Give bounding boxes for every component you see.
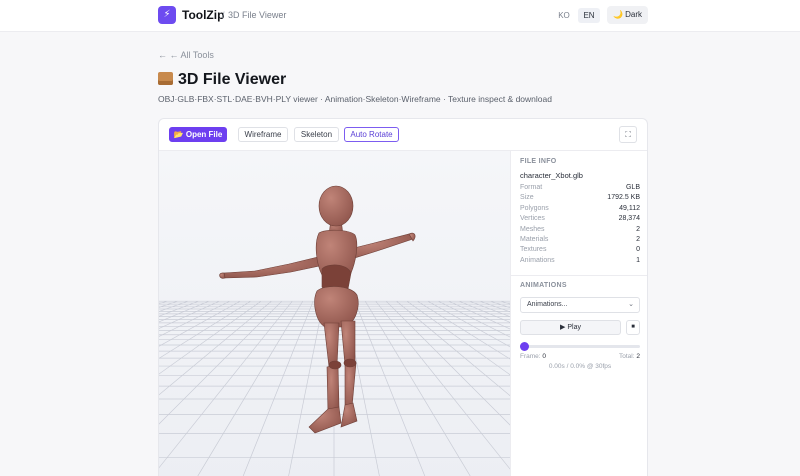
language-ko-button[interactable]: KO	[555, 8, 573, 23]
viewer-toolbar: 📂 Open File Wireframe Skeleton Auto Rota…	[159, 119, 647, 151]
file-info-heading: FILE INFO	[520, 158, 557, 165]
file-info-label: Animations	[520, 256, 555, 264]
file-info-row: Polygons 49,112	[520, 204, 640, 214]
file-info-value: 28,374	[618, 215, 640, 223]
file-info-label: Materials	[520, 236, 549, 243]
file-info-row: Format GLB	[520, 183, 640, 193]
fullscreen-icon[interactable]: ⛶	[619, 126, 637, 143]
auto-rotate-toggle-button[interactable]: Auto Rotate	[344, 127, 399, 142]
chevron-down-icon: ⌄	[628, 301, 634, 308]
timeline-slider[interactable]	[520, 342, 640, 351]
breadcrumb-current: 3D File Viewer	[228, 10, 287, 20]
file-info-label: Format	[520, 184, 543, 191]
file-info-row: Materials 2	[520, 235, 640, 245]
file-info-label: Vertices	[520, 215, 545, 223]
animation-select-value: Animations...	[527, 301, 568, 308]
side-panel: FILE INFO character_Xbot.glb Format GLB Si…	[510, 151, 647, 476]
play-button[interactable]: ▶ Play	[520, 320, 621, 335]
top-header: ⚡ ToolZip / 3D File Viewer KO EN 🌙 Dark	[0, 0, 800, 32]
dark-mode-toggle[interactable]: 🌙 Dark	[607, 6, 648, 24]
file-info-label: Textures	[520, 246, 547, 254]
frame-value: 0	[542, 353, 547, 360]
file-info-value: 2	[636, 236, 640, 243]
page-subtitle: OBJ·GLB·FBX·STL·DAE·BVH·PLY viewer · Ani…	[158, 94, 552, 104]
brand-name[interactable]: ToolZip	[182, 8, 224, 22]
skeleton-toggle-button[interactable]: Skeleton	[294, 127, 339, 142]
file-info-row: Meshes 2	[520, 225, 640, 235]
time-readout: 0.00s / 0.0% @ 30fps	[548, 363, 612, 370]
animation-select[interactable]: Animations... ⌄	[520, 297, 640, 313]
file-name: character_Xbot.glb	[520, 171, 583, 180]
stop-button[interactable]: ■	[626, 320, 640, 335]
panel-divider	[511, 275, 647, 276]
file-info-label: Size	[520, 194, 534, 202]
3d-scene	[159, 151, 510, 476]
file-info-label: Polygons	[520, 204, 549, 212]
page-title: 3D File Viewer	[158, 71, 286, 89]
file-info-value: 2	[636, 225, 640, 233]
frame-readout: Frame: 0 Total: 2	[520, 353, 640, 360]
file-info-value: 1792.5 KB	[607, 194, 640, 202]
total-frames: Total: 2	[619, 353, 640, 360]
language-en-button[interactable]: EN	[578, 8, 600, 23]
page-title-text: 3D File Viewer	[178, 71, 287, 88]
wireframe-toggle-button[interactable]: Wireframe	[238, 127, 288, 142]
animations-heading: ANIMATIONS	[520, 282, 567, 289]
file-info-row: Textures 0	[520, 245, 640, 255]
breadcrumb-separator: /	[222, 10, 225, 20]
file-info-label: Meshes	[520, 225, 545, 233]
file-info-value: 49,112	[619, 204, 640, 212]
file-info-value: GLB	[625, 184, 640, 191]
package-icon	[158, 72, 173, 85]
3d-viewport-canvas[interactable]	[159, 151, 510, 476]
back-to-all-tools-link[interactable]: ← ← All Tools	[158, 50, 214, 60]
slider-handle[interactable]	[520, 342, 529, 351]
open-file-button[interactable]: 📂 Open File	[169, 127, 227, 142]
file-info-row: Size 1792.5 KB	[520, 193, 640, 203]
frame-label: Frame:	[520, 353, 541, 360]
file-info-value: 1	[636, 256, 640, 264]
file-info-value: 0	[636, 246, 640, 254]
slider-track	[520, 345, 640, 348]
lightning-logo-icon[interactable]: ⚡	[158, 6, 176, 24]
viewer-card: 📂 Open File Wireframe Skeleton Auto Rota…	[158, 118, 648, 476]
file-info-row: Animations 1	[520, 256, 640, 266]
file-info-row: Vertices 28,374	[520, 214, 640, 224]
